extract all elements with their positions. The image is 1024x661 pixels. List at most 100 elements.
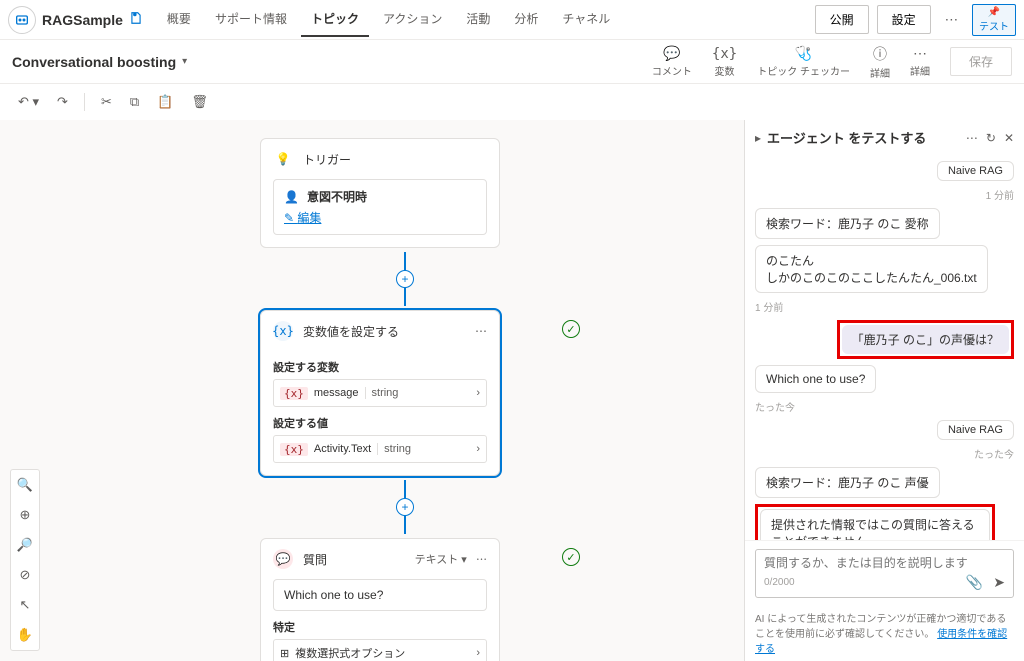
zoom-fit-button[interactable]: ⊕ <box>11 500 39 530</box>
collapse-icon[interactable]: ▸ <box>755 131 761 145</box>
bot-message: 提供された情報ではこの質問に答えることができません。 しかのこのこのここしたんた… <box>760 509 990 540</box>
chat-input[interactable] <box>764 556 1005 570</box>
top-nav: 概要 サポート情報 トピック アクション 活動 分析 チャネル <box>157 2 620 37</box>
save-button[interactable]: 保存 <box>950 47 1012 76</box>
send-button[interactable]: ➤ <box>993 574 1005 591</box>
tool-more-label: 詳細 <box>910 63 930 78</box>
bot-message: 検索ワード：鹿乃子 のこ 愛称 <box>755 208 940 239</box>
bot-message-line: 提供された情報ではこの質問に答えることができません。 <box>771 516 979 540</box>
tool-variables[interactable]: {x}変数 <box>712 46 737 78</box>
tool-detail-label: 詳細 <box>870 65 890 80</box>
question-prompt: Which one to use? <box>284 588 383 602</box>
settings-button[interactable]: 設定 <box>877 5 931 34</box>
add-node-button[interactable]: + <box>396 498 414 516</box>
nav-channel[interactable]: チャネル <box>552 2 620 37</box>
question-prompt-box[interactable]: Which one to use? <box>273 579 487 611</box>
ai-disclaimer: AI によって生成されたコンテンツが正確かつ適切であることを使用前に必ず確認して… <box>745 606 1024 661</box>
variable-name: message <box>314 387 359 399</box>
identify-value: 複数選択式オプション <box>295 645 405 661</box>
node-question-mode[interactable]: テキスト ▾ ⋯ <box>415 551 487 567</box>
bot-message: のこたん しかのこのこのここしたんたん_006.txt <box>755 245 988 293</box>
more-header-button[interactable]: ⋯ <box>939 8 964 32</box>
test-close-button[interactable]: ✕ <box>1004 131 1014 145</box>
test-refresh-button[interactable]: ↻ <box>986 131 996 145</box>
nav-overview[interactable]: 概要 <box>157 2 201 37</box>
bot-message-line: のこたん <box>766 252 977 269</box>
question-icon: 💬 <box>273 549 293 569</box>
attach-button[interactable]: 📎 <box>966 574 983 591</box>
tool-comment-label: コメント <box>652 63 692 78</box>
unsaved-icon <box>129 11 143 28</box>
tool-more[interactable]: ⋯詳細 <box>910 45 930 78</box>
publish-button[interactable]: 公開 <box>815 5 869 34</box>
value-picker[interactable]: {x} Activity.Text string › <box>273 435 487 463</box>
node-trigger-title: トリガー <box>303 151 351 168</box>
minimap-button[interactable]: ⊘ <box>11 560 39 590</box>
test-more-button[interactable]: ⋯ <box>966 131 978 145</box>
nav-analytics[interactable]: 分析 <box>504 2 548 37</box>
copy-button[interactable]: ⧉ <box>128 92 141 112</box>
add-node-button[interactable]: + <box>396 270 414 288</box>
node-set-variable[interactable]: {x} 変数値を設定する ⋯ 設定する変数 {x} message string… <box>260 310 500 476</box>
paste-button[interactable]: 📋 <box>155 92 175 112</box>
delete-button[interactable]: 🗑 <box>189 92 210 112</box>
cut-button[interactable]: ✂ <box>99 92 114 112</box>
rag-tag: Naive RAG <box>937 161 1014 181</box>
timestamp: たった今 <box>755 399 795 414</box>
timestamp: 1 分前 <box>986 187 1014 202</box>
authoring-canvas[interactable]: 🔍 ⊕ 🔎 ⊘ ↖ ✋ 💡 トリガー 👤意図不明時 ✎ 編集 <box>0 120 744 661</box>
highlight-box: 提供された情報ではこの質問に答えることができません。 しかのこのこのここしたんた… <box>755 504 995 540</box>
node-question[interactable]: 💬 質問 テキスト ▾ ⋯ Which one to use? 特定 ⊞ 複数選… <box>260 538 500 661</box>
tool-detail[interactable]: ⓘ詳細 <box>870 44 890 80</box>
value-expr: Activity.Text <box>314 443 371 455</box>
timestamp: 1 分前 <box>755 299 783 314</box>
nav-action[interactable]: アクション <box>373 2 452 37</box>
test-toggle-button[interactable]: 📌 テスト <box>972 4 1016 36</box>
edit-trigger-link[interactable]: ✎ 編集 <box>284 209 321 226</box>
node-trigger-condition: 意図不明時 <box>307 188 367 205</box>
highlight-box: 「鹿乃子 のこ」の声優は？ <box>837 320 1014 359</box>
connector: + <box>260 252 550 306</box>
identify-picker[interactable]: ⊞ 複数選択式オプション › <box>273 639 487 661</box>
app-header: RAGSample 概要 サポート情報 トピック アクション 活動 分析 チャネ… <box>0 0 1024 40</box>
check-icon: ✓ <box>562 548 580 566</box>
zoom-palette: 🔍 ⊕ 🔎 ⊘ ↖ ✋ <box>10 469 40 651</box>
app-name: RAGSample <box>42 12 123 28</box>
checker-icon: 🩺 <box>795 45 812 62</box>
redo-button[interactable]: ↷ <box>55 92 70 112</box>
pin-icon: 📌 <box>988 7 1000 18</box>
select-tool-button[interactable]: ↖ <box>11 590 39 620</box>
node-setvar-title: 変数値を設定する <box>303 323 399 340</box>
variable-type: string <box>365 387 399 399</box>
undo-toolbar: ↶ ▾ ↷ ✂ ⧉ 📋 🗑 <box>0 84 1024 120</box>
fx-icon: {x} <box>273 321 293 341</box>
node-trigger[interactable]: 💡 トリガー 👤意図不明時 ✎ 編集 <box>260 138 500 248</box>
tool-checker-label: トピック チェッカー <box>757 63 850 78</box>
label-identify: 特定 <box>273 619 487 635</box>
comment-icon: 💬 <box>663 45 680 62</box>
node-more-button[interactable]: ⋯ <box>475 324 487 338</box>
variable-icon: {x} <box>712 46 737 62</box>
zoom-out-button[interactable]: 🔎 <box>11 530 39 560</box>
bot-message-line: しかのこのこのここしたんたん_006.txt <box>766 269 977 286</box>
tool-comment[interactable]: 💬コメント <box>652 45 692 78</box>
test-toggle-label: テスト <box>979 18 1009 33</box>
label-value: 設定する値 <box>273 415 487 431</box>
info-icon: ⓘ <box>873 44 887 64</box>
undo-button[interactable]: ↶ ▾ <box>16 92 41 112</box>
timestamp: たった今 <box>974 446 1014 461</box>
variable-picker[interactable]: {x} message string › <box>273 379 487 407</box>
topic-title[interactable]: Conversational boosting <box>12 54 176 70</box>
tool-checker[interactable]: 🩺トピック チェッカー <box>757 45 850 78</box>
test-panel-header: ▸ エージェント をテストする ⋯ ↻ ✕ <box>745 120 1024 155</box>
rag-tag: Naive RAG <box>937 420 1014 440</box>
nav-topic[interactable]: トピック <box>301 2 369 37</box>
nav-activity[interactable]: 活動 <box>456 2 500 37</box>
pan-tool-button[interactable]: ✋ <box>11 620 39 650</box>
node-question-title: 質問 <box>303 551 327 568</box>
chat-transcript[interactable]: Naive RAG 1 分前 検索ワード：鹿乃子 のこ 愛称 のこたん しかのこ… <box>745 155 1024 540</box>
nav-support[interactable]: サポート情報 <box>205 2 297 37</box>
bot-message: Which one to use? <box>755 365 876 393</box>
chevron-down-icon[interactable]: ▾ <box>182 56 187 67</box>
zoom-in-button[interactable]: 🔍 <box>11 470 39 500</box>
